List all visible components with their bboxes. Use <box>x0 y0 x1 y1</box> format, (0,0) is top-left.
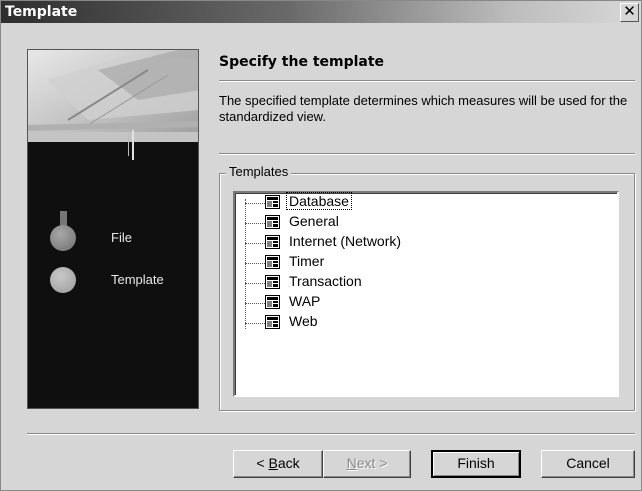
template-icon <box>265 255 280 269</box>
back-button[interactable]: < Back <box>233 450 323 478</box>
template-icon <box>265 295 280 309</box>
back-button-prefix: < <box>256 455 269 471</box>
tree-item-label: Database <box>286 192 352 210</box>
wizard-step-file: File <box>28 225 198 258</box>
next-button[interactable]: Next > <box>323 450 411 478</box>
finish-button-label: Finish <box>457 455 495 471</box>
wizard-side-panel: File Template <box>27 49 199 409</box>
banner-accent-line <box>132 130 134 160</box>
tree-branch <box>245 243 265 244</box>
tree-item-label: Transaction <box>289 273 362 289</box>
content-divider <box>219 153 635 155</box>
finish-button[interactable]: Finish <box>431 450 521 478</box>
heading-divider <box>219 80 635 82</box>
template-icon <box>265 215 280 229</box>
tree-branch <box>245 223 265 224</box>
banner-accent-line <box>128 134 129 156</box>
step-label: Template <box>111 272 164 287</box>
tree-item-database[interactable]: Database <box>235 192 415 213</box>
template-icon <box>265 275 280 289</box>
tree-item-transaction[interactable]: Transaction <box>235 273 415 293</box>
tree-branch <box>245 203 265 204</box>
window-title: Template <box>5 4 78 20</box>
tree-item-general[interactable]: General <box>235 213 415 233</box>
next-button-mnemonic: N <box>346 455 357 471</box>
tree-item-label: Timer <box>289 253 325 269</box>
tree-branch <box>245 263 265 264</box>
step-indicator-icon <box>50 225 76 251</box>
title-bar[interactable]: Template ✕ <box>1 1 641 23</box>
tree-branch <box>245 283 265 284</box>
tree-item-label: Web <box>289 313 318 329</box>
page-heading: Specify the template <box>219 54 385 70</box>
tree-branch <box>245 303 265 304</box>
tree-item-timer[interactable]: Timer <box>235 253 415 273</box>
wizard-step-template: Template <box>28 267 198 300</box>
cancel-button-label: Cancel <box>566 455 610 471</box>
template-icon <box>265 195 280 209</box>
footer-divider <box>27 433 635 435</box>
tree-item-label: WAP <box>289 293 321 309</box>
close-button[interactable]: ✕ <box>620 3 639 22</box>
tree-item-label: Internet (Network) <box>289 233 402 249</box>
cancel-button[interactable]: Cancel <box>541 450 635 478</box>
tree-item-wap[interactable]: WAP <box>235 293 415 313</box>
page-description: The specified template determines which … <box>219 93 628 124</box>
wizard-banner-image <box>28 50 198 142</box>
back-button-mnemonic: B <box>268 455 278 471</box>
templates-tree[interactable]: Database General Internet (Network) Time… <box>233 191 619 397</box>
step-indicator-icon <box>50 267 76 293</box>
tree-item-web[interactable]: Web <box>235 313 415 333</box>
template-dialog: Template ✕ File Template Specify the tem… <box>0 0 642 491</box>
next-button-label: ext > <box>356 455 388 471</box>
back-button-label: ack <box>277 455 300 471</box>
step-label: File <box>111 230 132 245</box>
tree-item-label: General <box>289 213 339 229</box>
tree-item-internet-network[interactable]: Internet (Network) <box>235 233 435 253</box>
tree-branch <box>245 323 265 324</box>
close-icon: ✕ <box>623 2 636 20</box>
templates-group-label: Templates <box>226 164 292 179</box>
template-icon <box>265 315 280 329</box>
template-icon <box>265 235 280 249</box>
